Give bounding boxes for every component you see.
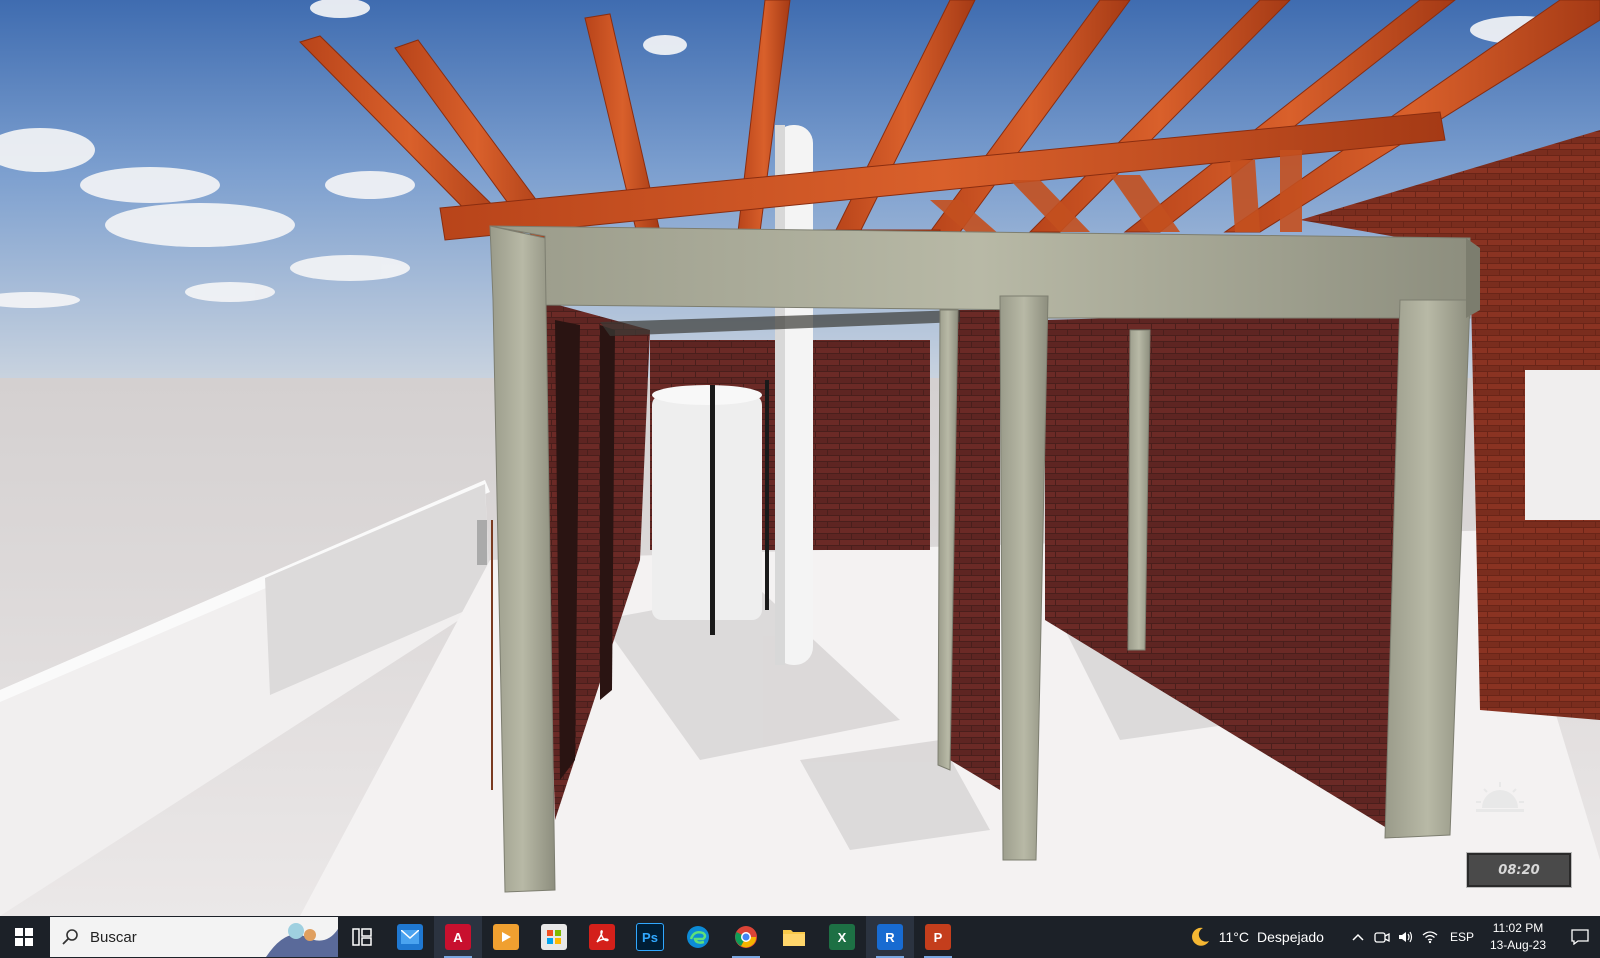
taskbar: Buscar A Ps X R P 11°C Despejado ESP 11:…: [0, 916, 1600, 958]
acrobat-icon: [589, 924, 615, 950]
volume-icon[interactable]: [1394, 930, 1418, 944]
chrome-icon: [733, 924, 759, 950]
moon-icon: [1191, 927, 1209, 946]
clock-time: 11:02 PM: [1492, 921, 1544, 935]
render-viewport[interactable]: 08:20: [0, 0, 1600, 916]
taskbar-app-edge[interactable]: [674, 916, 722, 958]
language-indicator[interactable]: ESP: [1442, 930, 1482, 944]
windows-icon: [15, 928, 33, 946]
photoshop-icon: Ps: [636, 923, 664, 951]
task-view-icon: [352, 928, 372, 946]
taskbar-app-store[interactable]: [530, 916, 578, 958]
taskbar-app-autocad[interactable]: A: [434, 916, 482, 958]
taskbar-app-powerpoint[interactable]: P: [914, 916, 962, 958]
wifi-icon[interactable]: [1418, 930, 1442, 944]
taskbar-app-revit[interactable]: R: [866, 916, 914, 958]
clock-date: 13-Aug-23: [1489, 938, 1546, 952]
powerpoint-icon: P: [925, 924, 951, 950]
taskbar-app-acrobat[interactable]: [578, 916, 626, 958]
time-of-day-readout[interactable]: 08:20: [1466, 852, 1572, 888]
edge-icon: [685, 924, 711, 950]
meet-now-icon[interactable]: [1370, 930, 1394, 944]
weather-temp: 11°C: [1218, 929, 1250, 945]
taskbar-app-excel[interactable]: X: [818, 916, 866, 958]
excel-icon: X: [829, 924, 855, 950]
search-highlight-icon: [266, 923, 338, 957]
taskbar-app-media-player[interactable]: [482, 916, 530, 958]
sun-position-icon[interactable]: [1470, 778, 1530, 818]
clock[interactable]: 11:02 PM 13-Aug-23: [1490, 920, 1546, 954]
autocad-icon: A: [445, 924, 471, 950]
taskbar-app-photoshop[interactable]: Ps: [626, 916, 674, 958]
revit-icon: R: [877, 924, 903, 950]
search-icon: [50, 928, 90, 946]
search-placeholder: Buscar: [90, 928, 137, 946]
chevron-up-icon[interactable]: [1346, 933, 1370, 941]
rendered-scene: [0, 0, 1600, 916]
notification-icon: [1571, 929, 1589, 945]
media-player-icon: [493, 924, 519, 950]
weather-widget[interactable]: 11°C Despejado: [1189, 926, 1324, 948]
taskbar-app-chrome[interactable]: [722, 916, 770, 958]
system-tray: 11°C Despejado ESP 11:02 PM 13-Aug-23: [1189, 916, 1600, 958]
taskbar-app-file-explorer[interactable]: [770, 916, 818, 958]
start-button[interactable]: [0, 916, 48, 958]
store-icon: [541, 924, 567, 950]
mail-icon: [397, 924, 423, 950]
taskbar-app-mail[interactable]: [386, 916, 434, 958]
search-input[interactable]: Buscar: [50, 917, 338, 957]
folder-icon: [781, 924, 807, 950]
weather-condition: Despejado: [1257, 929, 1324, 945]
notification-button[interactable]: [1560, 929, 1600, 945]
task-view-button[interactable]: [338, 916, 386, 958]
